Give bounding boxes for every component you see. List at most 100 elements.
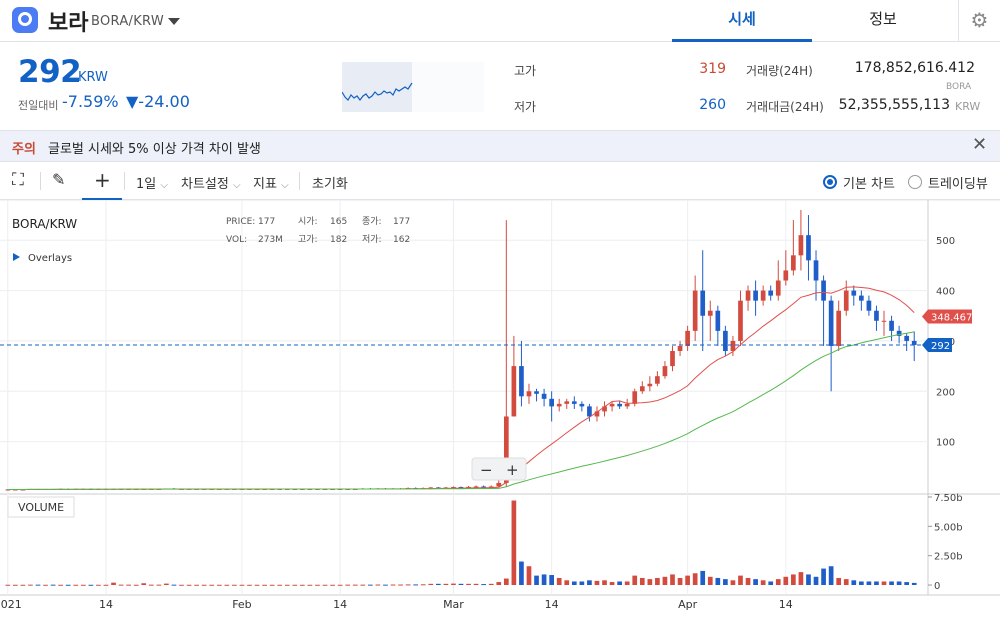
- volume-bar: [466, 583, 471, 585]
- ma-price-tag: 348.467: [931, 313, 972, 324]
- candle-body: [889, 320, 894, 331]
- volume-bar: [881, 581, 887, 585]
- volume-bar: [269, 584, 275, 586]
- volume-bar: [843, 579, 849, 585]
- volume-bar: [360, 584, 366, 586]
- volume-bar: [700, 570, 706, 585]
- volume-tick-label: 2.50b: [934, 552, 963, 563]
- tradingview-label[interactable]: 트레이딩뷰: [928, 173, 988, 192]
- indicators-label: 지표: [253, 177, 277, 192]
- price-chart[interactable]: 100200300400500 02.50b5.00b7.50b 202114F…: [0, 200, 1000, 620]
- indicators-button[interactable]: 지표 ⌵: [253, 173, 289, 192]
- change-percent: -7.59%: [62, 92, 119, 111]
- volume-bar: [677, 577, 683, 585]
- ma-short-line: [7, 286, 915, 490]
- candle-body: [519, 366, 524, 397]
- volume-bar: [624, 581, 630, 585]
- volume-bar: [96, 584, 101, 586]
- close-icon[interactable]: ✕: [972, 134, 987, 155]
- chart-settings-button[interactable]: 차트설정 ⌵: [181, 173, 241, 192]
- basic-chart-label[interactable]: 기본 차트: [843, 173, 895, 192]
- trading-pair: BORA/KRW: [91, 14, 164, 29]
- volume-bar: [481, 584, 487, 586]
- time-tick-label: 14: [99, 598, 113, 611]
- current-price: 292: [18, 54, 82, 90]
- volume-bar: [889, 581, 894, 585]
- candle-body: [473, 486, 479, 488]
- chevron-down-icon: ⌵: [232, 180, 241, 191]
- coin-name: 보라: [48, 11, 89, 36]
- candle-body: [723, 330, 728, 351]
- volume-bar: [851, 580, 857, 585]
- warning-bar: 주의 글로벌 시세와 5% 이상 가격 차이 발생 ✕: [0, 130, 1000, 162]
- candle-body: [806, 235, 811, 261]
- volume-bar: [201, 584, 207, 586]
- legend-vol-label: VOL:: [226, 235, 247, 245]
- change-label: 전일대비: [18, 99, 59, 112]
- candle-body: [821, 280, 826, 301]
- volume-label: 거래량(24H): [746, 64, 813, 78]
- candle-body: [813, 260, 819, 281]
- ma-long-line: [7, 331, 915, 490]
- gear-icon[interactable]: ⚙: [958, 0, 1000, 42]
- candle-body: [904, 335, 910, 341]
- volume-bar: [43, 584, 48, 586]
- candle-body: [579, 403, 585, 407]
- time-tick-label: 14: [545, 598, 559, 611]
- volume-bar: [88, 584, 94, 586]
- volume-bar: [133, 584, 139, 586]
- pencil-icon[interactable]: ✎: [52, 170, 65, 189]
- volume-bar: [35, 584, 41, 586]
- volume-bar: [164, 583, 169, 585]
- time-tick-label: Feb: [232, 598, 251, 611]
- price-tick-label: 100: [936, 438, 955, 449]
- price-tick-label: 200: [936, 387, 955, 398]
- candle-body: [911, 340, 917, 345]
- candle-body: [851, 290, 857, 296]
- legend-price-label: PRICE:: [226, 217, 255, 227]
- chart-symbol: BORA/KRW: [12, 217, 77, 231]
- bora-logo-icon: [12, 7, 38, 33]
- volume-bar: [692, 573, 698, 585]
- zoom-in-button[interactable]: +: [506, 461, 519, 479]
- volume-bar: [534, 575, 539, 585]
- volume-bar: [549, 575, 554, 585]
- fullscreen-icon[interactable]: ⛶: [12, 170, 24, 190]
- volume-bar: [859, 581, 864, 585]
- triangle-right-icon: [13, 253, 20, 261]
- basic-chart-radio[interactable]: [823, 175, 837, 189]
- volume-bar: [541, 574, 547, 585]
- candle-body: [534, 391, 539, 394]
- zoom-out-button[interactable]: −: [480, 461, 493, 479]
- volume-bar: [209, 584, 215, 586]
- volume-bar: [791, 574, 796, 585]
- trade-value: 52,355,555,113: [838, 97, 950, 113]
- chevron-down-icon[interactable]: [168, 18, 180, 25]
- volume-unit: BORA: [946, 82, 972, 92]
- candle-body: [670, 351, 675, 367]
- legend-vol: 273M: [258, 235, 283, 245]
- volume-bar: [511, 500, 517, 585]
- tradingview-radio[interactable]: [908, 175, 922, 189]
- tab-info[interactable]: 정보: [813, 0, 953, 42]
- volume-bar: [405, 584, 411, 586]
- crosshair-tool[interactable]: +: [82, 162, 122, 200]
- volume-bar: [28, 584, 33, 586]
- reset-button[interactable]: 초기화: [312, 173, 348, 192]
- candle-body: [791, 255, 796, 271]
- volume-bar: [300, 584, 305, 586]
- price-unit: KRW: [78, 70, 108, 85]
- legend-open: 165: [330, 217, 347, 227]
- volume-bar: [383, 584, 388, 586]
- candle-body: [655, 376, 660, 384]
- volume-bar: [420, 584, 426, 586]
- volume-bar: [783, 576, 789, 585]
- period-select[interactable]: 1일 ⌵: [136, 173, 168, 192]
- volume-bar: [216, 584, 222, 586]
- candle-body: [866, 300, 872, 311]
- volume-bar: [398, 584, 403, 586]
- candle-body: [768, 290, 774, 296]
- volume-bar: [904, 582, 910, 585]
- tab-price[interactable]: 시세: [672, 0, 812, 42]
- overlays-toggle[interactable]: Overlays: [13, 253, 72, 264]
